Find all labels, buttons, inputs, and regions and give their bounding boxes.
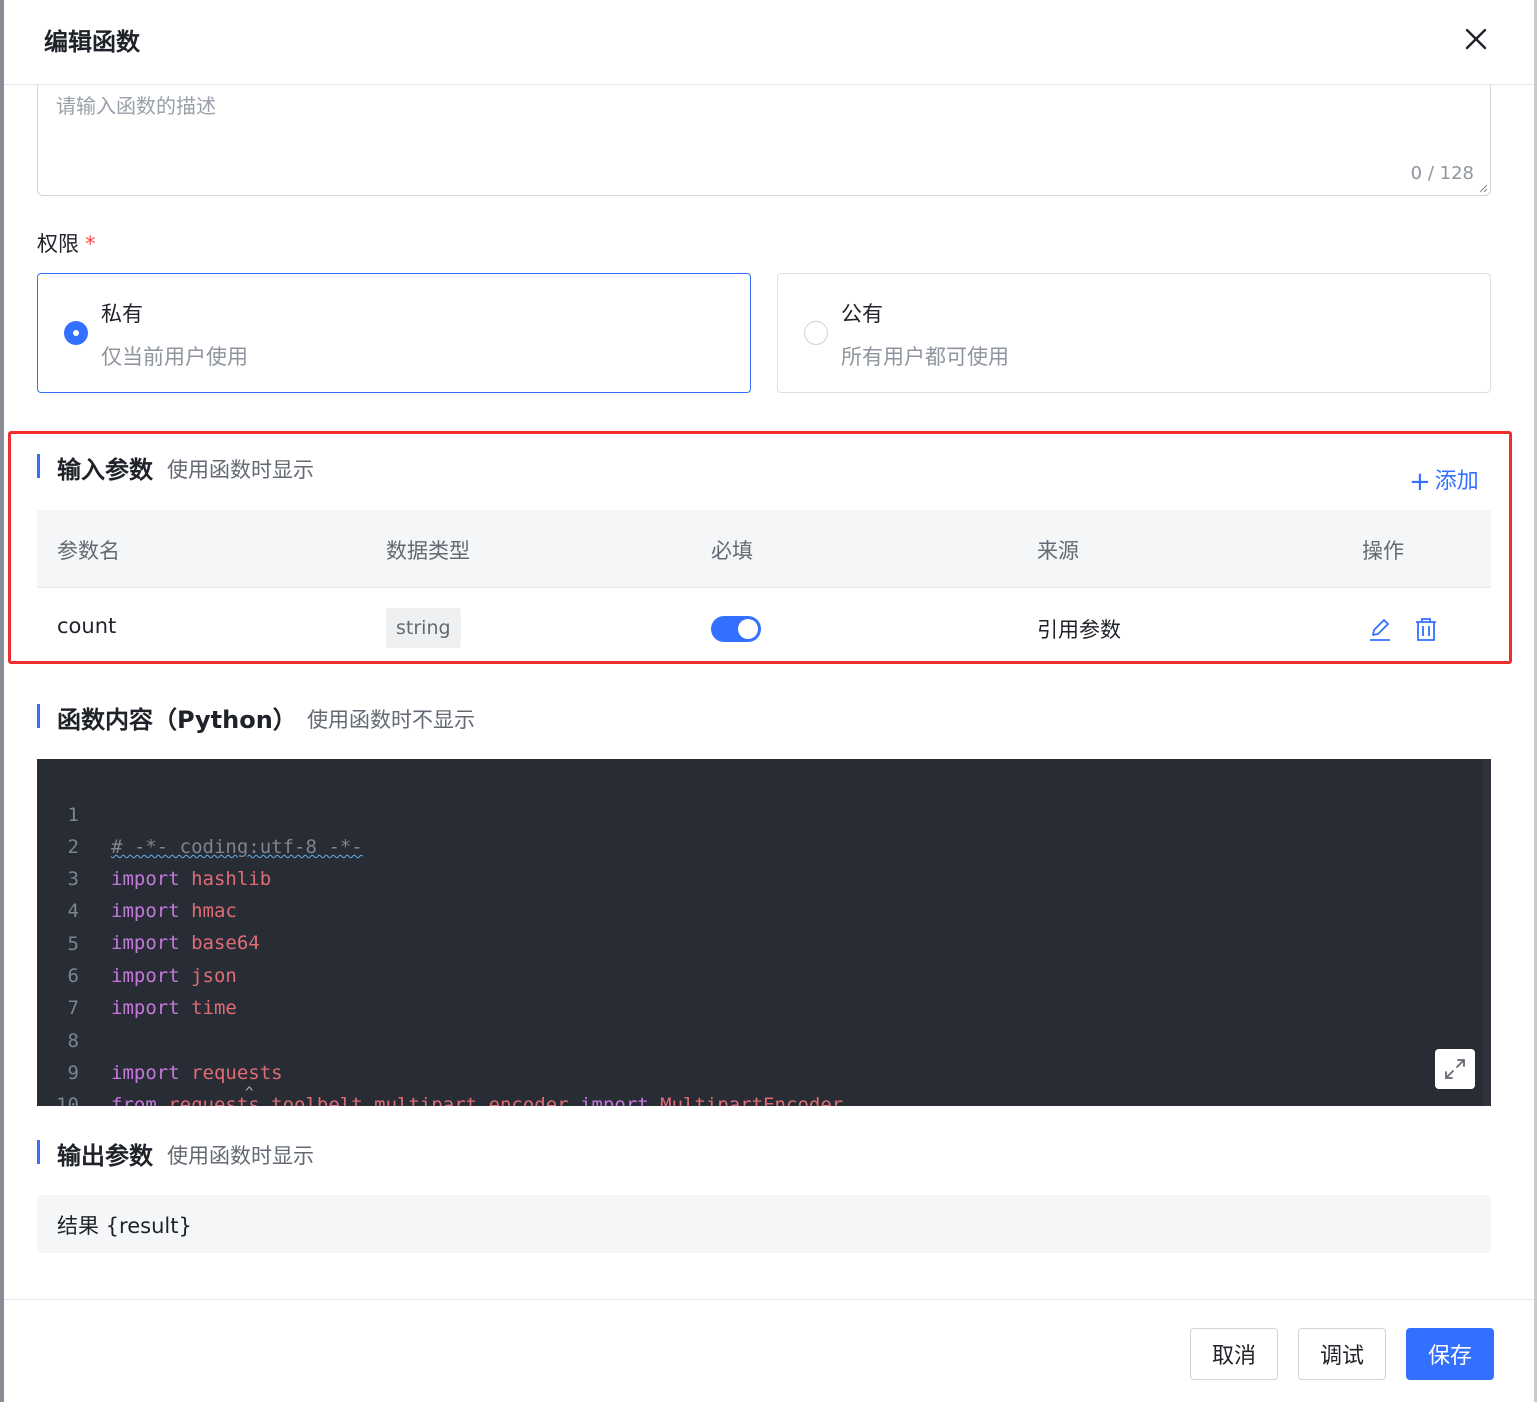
permission-option-private[interactable]: 私有 仅当前用户使用 [37, 273, 751, 393]
close-icon[interactable] [1459, 22, 1493, 56]
permission-option-public[interactable]: 公有 所有用户都可使用 [777, 273, 1491, 393]
dialog-header: 编辑函数 [4, 0, 1534, 85]
output-params-value: 结果 {result} [57, 1214, 192, 1238]
section-subtitle: 使用函数时显示 [167, 1144, 314, 1168]
code-token: MultipartEncoder [660, 1094, 844, 1106]
radio-unchecked-icon[interactable] [804, 321, 828, 345]
section-title: 函数内容（Python） [57, 706, 297, 734]
code-line: 5 import json [37, 896, 1477, 987]
code-scrollbar[interactable] [1483, 759, 1491, 1106]
edit-function-dialog: 编辑函数 请输入函数的描述 0 / 128 权限 * 私有 仅当前用户使用 公有 … [4, 0, 1534, 1402]
code-line: 6 import time [37, 928, 1477, 1019]
output-params-field: 结果 {result} [37, 1195, 1491, 1253]
description-textarea[interactable]: 请输入函数的描述 0 / 128 [37, 85, 1491, 196]
section-accent-bar [37, 1140, 40, 1164]
code-editor[interactable]: 1 # -*- coding:utf-8 -*- 2 import hashli… [37, 759, 1491, 1106]
code-line: 4 import base64 [37, 863, 1477, 954]
radio-checked-icon[interactable] [64, 321, 88, 345]
code-line: 2 import hashlib [37, 799, 1477, 890]
resize-grip-icon[interactable] [1478, 183, 1488, 193]
section-title: 输出参数 [57, 1142, 153, 1170]
code-token: requests_toolbelt [168, 1094, 363, 1106]
input-params-highlight-box [8, 431, 1512, 664]
required-mark: * [85, 232, 96, 256]
permission-option-title: 公有 [841, 302, 883, 326]
code-line: 7 [37, 960, 1477, 1019]
permission-option-title: 私有 [101, 302, 143, 326]
fullscreen-icon[interactable] [1435, 1049, 1475, 1089]
code-line: 9 from requests_toolbelt.multipart.encod… [37, 1025, 1477, 1106]
code-token: encoder [488, 1094, 569, 1106]
cancel-button[interactable]: 取消 [1190, 1328, 1278, 1380]
code-text: from requests_toolbelt.multipart.encoder… [111, 1089, 843, 1106]
dialog-footer: 取消 调试 保存 [4, 1299, 1534, 1402]
section-subtitle: 使用函数时不显示 [307, 708, 475, 732]
code-token: multipart [374, 1094, 478, 1106]
code-token: . [362, 1094, 375, 1106]
save-button[interactable]: 保存 [1406, 1328, 1494, 1380]
function-content-header: 函数内容（Python） 使用函数时不显示 [37, 700, 737, 734]
code-caret: ^ [245, 1085, 254, 1101]
description-placeholder: 请输入函数的描述 [56, 94, 216, 118]
dialog-title: 编辑函数 [44, 28, 140, 56]
output-params-header: 输出参数 使用函数时显示 [37, 1136, 637, 1170]
permission-label-text: 权限 [37, 232, 79, 256]
code-line: 3 import hmac [37, 831, 1477, 922]
code-line: 8 import requests [37, 993, 1477, 1084]
section-accent-bar [37, 704, 40, 728]
permission-label: 权限 * [37, 228, 96, 258]
code-line: 1 # -*- coding:utf-8 -*- [37, 767, 1477, 858]
code-token: from [111, 1094, 157, 1106]
code-token: . [477, 1094, 489, 1106]
debug-button[interactable]: 调试 [1298, 1328, 1386, 1380]
code-token: import [580, 1094, 649, 1106]
permission-option-desc: 仅当前用户使用 [101, 345, 248, 369]
permission-option-desc: 所有用户都可使用 [841, 345, 1009, 369]
description-char-counter: 0 / 128 [1410, 163, 1474, 184]
line-number: 10 [56, 1094, 79, 1106]
